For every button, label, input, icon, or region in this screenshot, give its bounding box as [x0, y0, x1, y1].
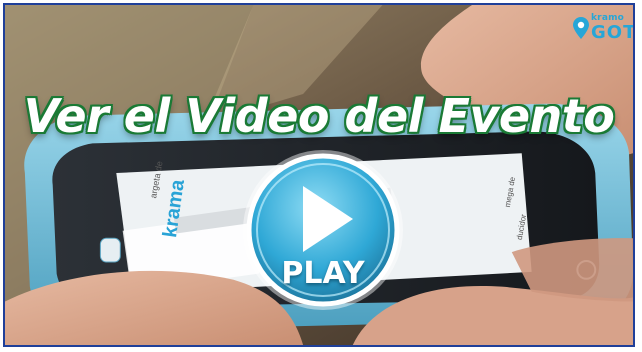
- logo-text: GOT: [591, 22, 635, 43]
- video-thumbnail[interactable]: argeta de krama mega de ducidor kramo GO…: [3, 3, 635, 347]
- location-pin-icon: [573, 17, 589, 39]
- video-title: Ver el Video del Evento: [23, 89, 615, 143]
- play-button[interactable]: PLAY: [239, 146, 407, 314]
- watermark-logo: kramo GOT: [573, 11, 633, 51]
- play-label: PLAY: [281, 256, 365, 291]
